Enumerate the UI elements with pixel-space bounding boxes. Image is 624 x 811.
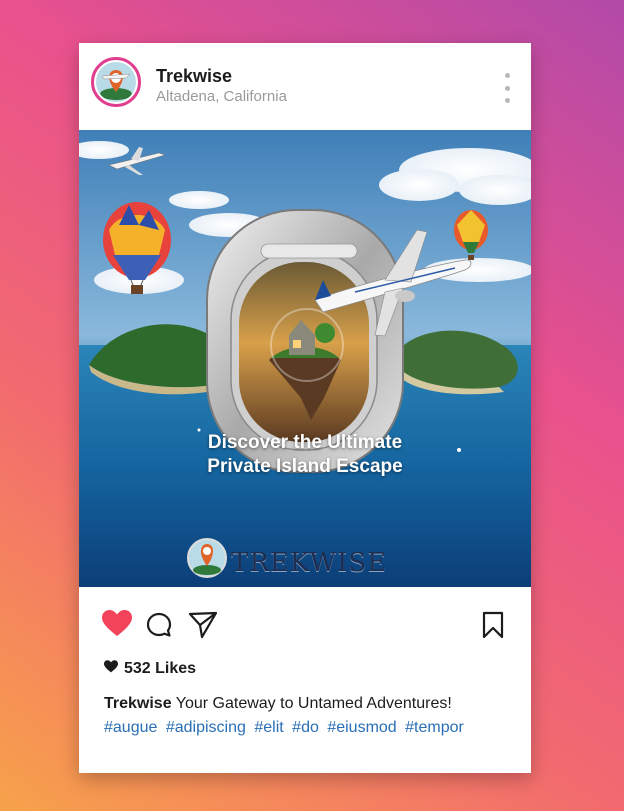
hashtag[interactable]: #elit [254,719,283,736]
brand-logo-text: TREKWISE [231,548,388,578]
post-headline-line1: Discover the Ultimate [207,432,403,453]
heart-icon[interactable] [102,610,132,642]
post-actions [79,598,531,639]
post-image[interactable]: Discover the Ultimate Private Island Esc… [79,130,531,587]
post-header: Trekwise Altadena, California [79,43,531,130]
hashtag[interactable]: #do [292,719,319,736]
hashtag[interactable]: #tempor [405,719,464,736]
post-username[interactable]: Trekwise [156,66,232,87]
avatar[interactable] [91,57,141,107]
hashtag[interactable]: #adipiscing [166,719,246,736]
post-location[interactable]: Altadena, California [156,88,287,105]
caption-username[interactable]: Trekwise [104,695,172,712]
hashtag[interactable]: #augue [104,719,157,736]
post-caption: Trekwise Your Gateway to Untamed Adventu… [104,695,514,713]
small-heart-icon [104,660,118,678]
hashtag[interactable]: #eiusmod [327,719,396,736]
hashtags: #augue #adipiscing #elit #do #eiusmod #t… [104,719,468,737]
comment-icon[interactable] [146,612,172,643]
post-card: Trekwise Altadena, California Discover t… [79,43,531,773]
caption-text: Your Gateway to Untamed Adventures! [175,695,452,712]
send-icon[interactable] [188,611,218,644]
likes-label: 532 Likes [124,660,197,677]
bookmark-icon[interactable] [482,611,504,644]
post-headline-line2: Private Island Escape [207,456,403,477]
brand-logo-badge [187,538,227,578]
likes-count[interactable]: 532 Likes [104,660,196,678]
more-options-icon[interactable] [497,73,517,103]
avatar-image [96,62,136,102]
